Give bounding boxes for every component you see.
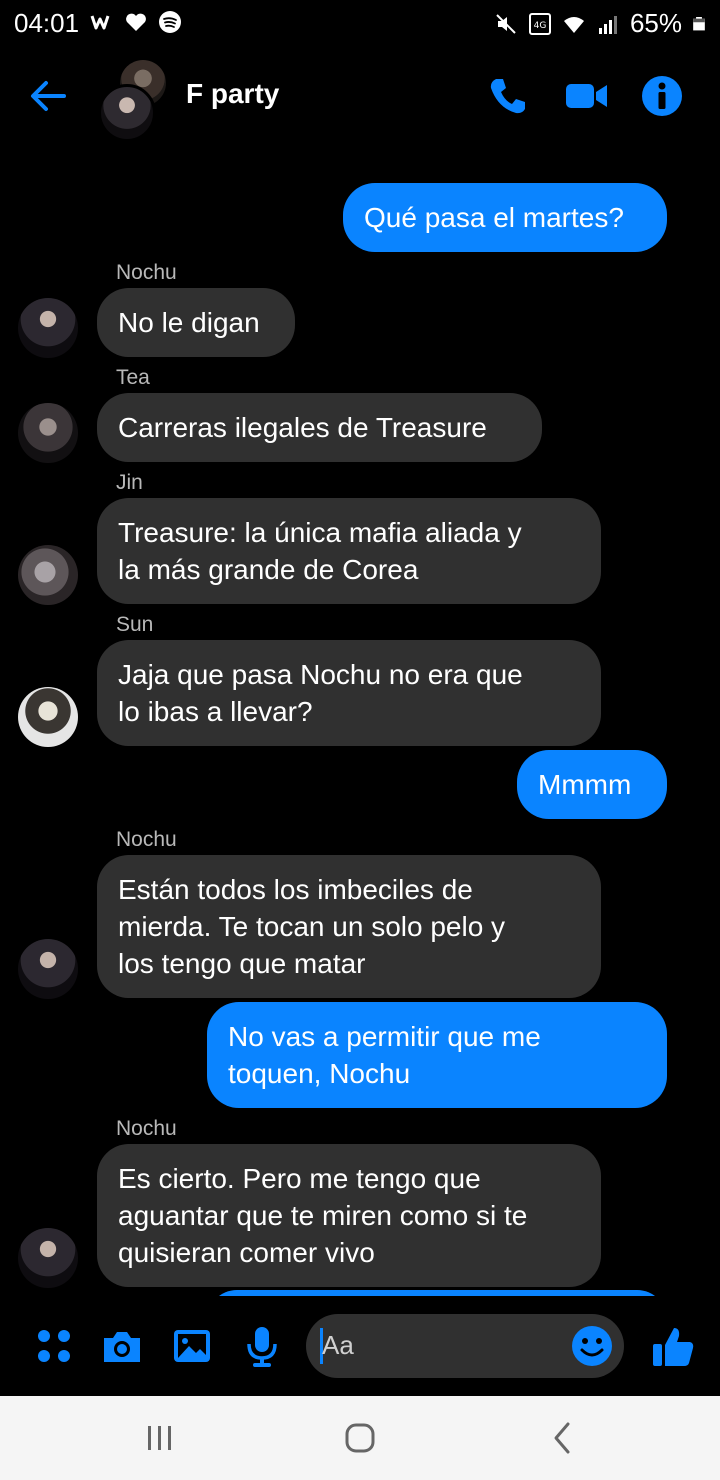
back-chevron-icon[interactable] (542, 1418, 582, 1458)
phone-icon[interactable] (486, 74, 530, 118)
arrow-left-icon[interactable] (26, 74, 70, 118)
status-time: 04:01 (14, 8, 80, 38)
wifi-icon (563, 16, 584, 33)
message-bubble[interactable]: Qué pasa el martes? (343, 183, 667, 252)
message-bubble[interactable]: Mmmm (517, 750, 667, 819)
heart-icon (126, 13, 146, 31)
recent-apps-icon[interactable] (140, 1418, 180, 1458)
volte-4g-icon: 4G (528, 12, 551, 35)
thumbs-up-icon[interactable] (650, 1324, 696, 1370)
group-member-avatar (98, 84, 156, 142)
sender-name: Nochu (116, 261, 177, 284)
battery-icon (693, 16, 705, 30)
spotify-icon (159, 11, 181, 33)
message-bubble[interactable]: Treasure: la única mafia aliada y la más… (97, 498, 601, 604)
avatar[interactable] (18, 403, 78, 463)
avatar[interactable] (18, 545, 78, 605)
message-bubble[interactable]: No le digan (97, 288, 295, 357)
message-list[interactable]: Qué pasa el martes? Nochu No le digan Te… (0, 150, 720, 1296)
avatar[interactable] (18, 687, 78, 747)
system-nav-bar (0, 1396, 720, 1480)
svg-text:4G: 4G (534, 21, 547, 31)
status-bar: 04:01 4G 65% (0, 0, 720, 44)
home-icon[interactable] (340, 1418, 380, 1458)
camera-icon[interactable] (100, 1324, 144, 1368)
mute-icon (496, 13, 516, 34)
group-avatar[interactable] (98, 60, 170, 142)
sender-name: Nochu (116, 828, 177, 851)
status-system-icons: 4G 65% (494, 8, 706, 39)
info-icon[interactable] (640, 74, 684, 118)
chat-title[interactable]: F party (186, 78, 279, 110)
sender-name: Nochu (116, 1117, 177, 1140)
video-camera-icon[interactable] (564, 74, 608, 118)
message-bubble[interactable]: Están todos los imbeciles de mierda. Te … (97, 855, 601, 998)
avatar[interactable] (18, 298, 78, 358)
menu-dots-icon[interactable] (32, 1324, 76, 1368)
wattpad-icon (90, 15, 110, 30)
sender-name: Tea (116, 366, 150, 389)
microphone-icon[interactable] (240, 1324, 284, 1368)
message-bubble[interactable]: Carreras ilegales de Treasure (97, 393, 542, 462)
gallery-icon[interactable] (170, 1324, 214, 1368)
chat-header: F party (0, 50, 720, 142)
sender-name: Sun (116, 613, 154, 636)
message-bubble[interactable]: No vas a permitir que me toquen, Nochu (207, 1002, 667, 1108)
message-input-placeholder: Aa (322, 1330, 354, 1360)
message-composer: Aa (0, 1300, 720, 1396)
message-bubble-partial[interactable] (207, 1290, 667, 1296)
signal-icon (598, 15, 617, 34)
smiley-icon[interactable] (570, 1324, 614, 1368)
message-bubble[interactable]: Jaja que pasa Nochu no era que lo ibas a… (97, 640, 601, 746)
status-notification-icons (90, 10, 182, 34)
avatar[interactable] (18, 1228, 78, 1288)
battery-percent: 65% (629, 8, 682, 38)
message-bubble[interactable]: Es cierto. Pero me tengo que aguantar qu… (97, 1144, 601, 1287)
avatar[interactable] (18, 939, 78, 999)
message-input[interactable]: Aa (306, 1314, 624, 1378)
sender-name: Jin (116, 471, 143, 494)
